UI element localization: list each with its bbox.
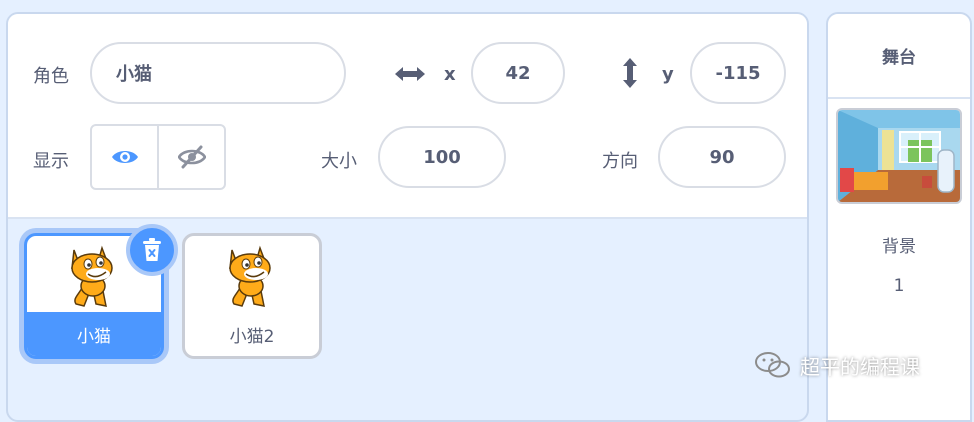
sprite-name-input[interactable]: 小猫 [90,42,346,104]
x-label: x [444,64,456,85]
sprite-tile[interactable]: 小猫2 [182,233,322,359]
show-label: 显示 [33,151,69,172]
size-label: 大小 [321,151,357,172]
backdrops-label: 背景 [882,237,916,257]
sprite-tile-name: 小猫 [27,312,161,356]
trash-icon [143,238,161,261]
cat-sprite-icon [229,245,271,307]
watermark-text: 超平的编程课 [800,354,920,379]
stage-title: 舞台 [828,14,970,99]
sprite-thumbnail [185,236,319,316]
eye-icon [111,151,138,163]
y-value: -115 [715,62,761,84]
sprite-tile-name: 小猫2 [229,326,275,347]
backdrop-thumbnail[interactable] [836,108,962,204]
direction-value: 90 [709,146,735,168]
x-axis-icon [395,67,425,81]
sprite-pane: 角色 小猫 x 42 y -115 显示 大小 100 方向 90 小猫 小猫2 [6,12,809,422]
size-value: 100 [423,146,461,168]
delete-sprite-button[interactable] [126,224,178,276]
y-axis-icon [623,58,637,88]
size-input[interactable]: 100 [378,126,506,188]
hide-button[interactable] [157,126,224,188]
backdrops-count: 1 [893,276,905,296]
direction-input[interactable]: 90 [658,126,786,188]
x-value: 42 [505,62,531,84]
sprite-name-label: 角色 [33,66,69,87]
bedroom-backdrop-image [838,110,960,202]
y-label: y [662,64,674,85]
visibility-toggle [90,124,226,190]
wechat-icon [755,352,790,378]
y-input[interactable]: -115 [690,42,786,104]
eye-slash-icon [177,145,206,169]
watermark: 超平的编程课 [754,350,920,380]
sprite-info-panel: 角色 小猫 x 42 y -115 显示 大小 100 方向 90 [8,14,807,219]
show-button[interactable] [92,126,157,188]
direction-label: 方向 [602,151,638,172]
x-input[interactable]: 42 [471,42,565,104]
cat-sprite-icon [71,245,113,307]
sprite-name-value: 小猫 [116,64,152,85]
